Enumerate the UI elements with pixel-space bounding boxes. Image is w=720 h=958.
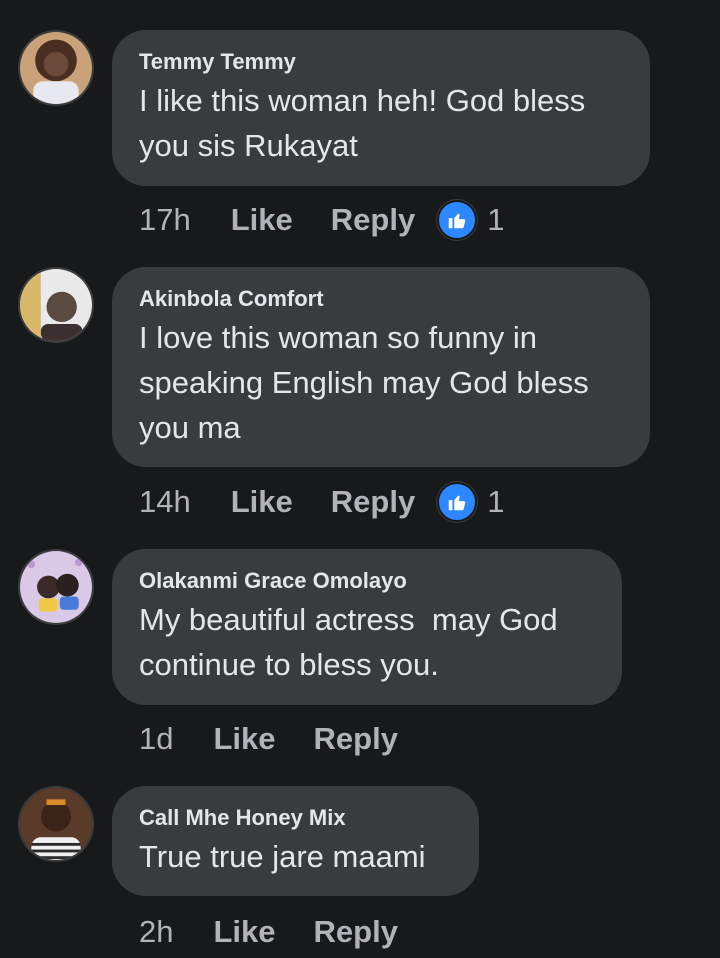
reaction-summary[interactable]: 1 — [437, 482, 504, 522]
reply-button[interactable]: Reply — [314, 914, 398, 950]
comments-feed: Temmy Temmy I like this woman heh! God b… — [0, 0, 720, 958]
comment-bubble: Temmy Temmy I like this woman heh! God b… — [112, 30, 650, 186]
comment-text: True true jare maami — [139, 839, 426, 874]
avatar-image — [20, 32, 92, 104]
comment-timestamp[interactable]: 2h — [139, 914, 173, 950]
avatar[interactable] — [18, 786, 94, 862]
reaction-summary[interactable]: 1 — [437, 200, 504, 240]
comment-author[interactable]: Olakanmi Grace Omolayo — [139, 565, 596, 597]
comment-timestamp[interactable]: 17h — [139, 202, 191, 238]
comment-author[interactable]: Call Mhe Honey Mix — [139, 802, 453, 834]
reply-button[interactable]: Reply — [331, 202, 415, 238]
comment-text: I like this woman heh! God bless you sis… — [139, 83, 586, 163]
avatar-image — [20, 269, 92, 341]
comment-actions: 14h Like Reply 1 — [139, 482, 504, 522]
avatar[interactable] — [18, 267, 94, 343]
like-button[interactable]: Like — [213, 914, 275, 950]
comment-actions: 2h Like Reply — [139, 912, 398, 952]
comment-actions: 17h Like Reply 1 — [139, 200, 504, 240]
reaction-count: 1 — [487, 484, 505, 519]
comment-text: I love this woman so funny in speaking E… — [139, 320, 589, 445]
comment-text: My beautiful actress may God continue to… — [139, 602, 558, 682]
comment-timestamp[interactable]: 1d — [139, 721, 173, 757]
avatar-image — [20, 788, 92, 860]
comment-timestamp[interactable]: 14h — [139, 484, 191, 520]
like-reaction-icon — [437, 482, 478, 522]
reaction-count: 1 — [487, 202, 505, 237]
like-button[interactable]: Like — [213, 721, 275, 757]
like-button[interactable]: Like — [231, 202, 293, 238]
like-button[interactable]: Like — [231, 484, 293, 520]
reply-button[interactable]: Reply — [331, 484, 415, 520]
comment-actions: 1d Like Reply — [139, 719, 398, 759]
like-reaction-icon — [437, 200, 478, 240]
avatar[interactable] — [18, 549, 94, 625]
comment-author[interactable]: Akinbola Comfort — [139, 283, 624, 315]
comment-bubble: Akinbola Comfort I love this woman so fu… — [112, 267, 650, 467]
comment-bubble: Olakanmi Grace Omolayo My beautiful actr… — [112, 549, 622, 705]
reply-button[interactable]: Reply — [314, 721, 398, 757]
comment-bubble: Call Mhe Honey Mix True true jare maami — [112, 786, 479, 896]
comment-author[interactable]: Temmy Temmy — [139, 46, 624, 78]
avatar-image — [20, 551, 92, 623]
avatar[interactable] — [18, 30, 94, 106]
